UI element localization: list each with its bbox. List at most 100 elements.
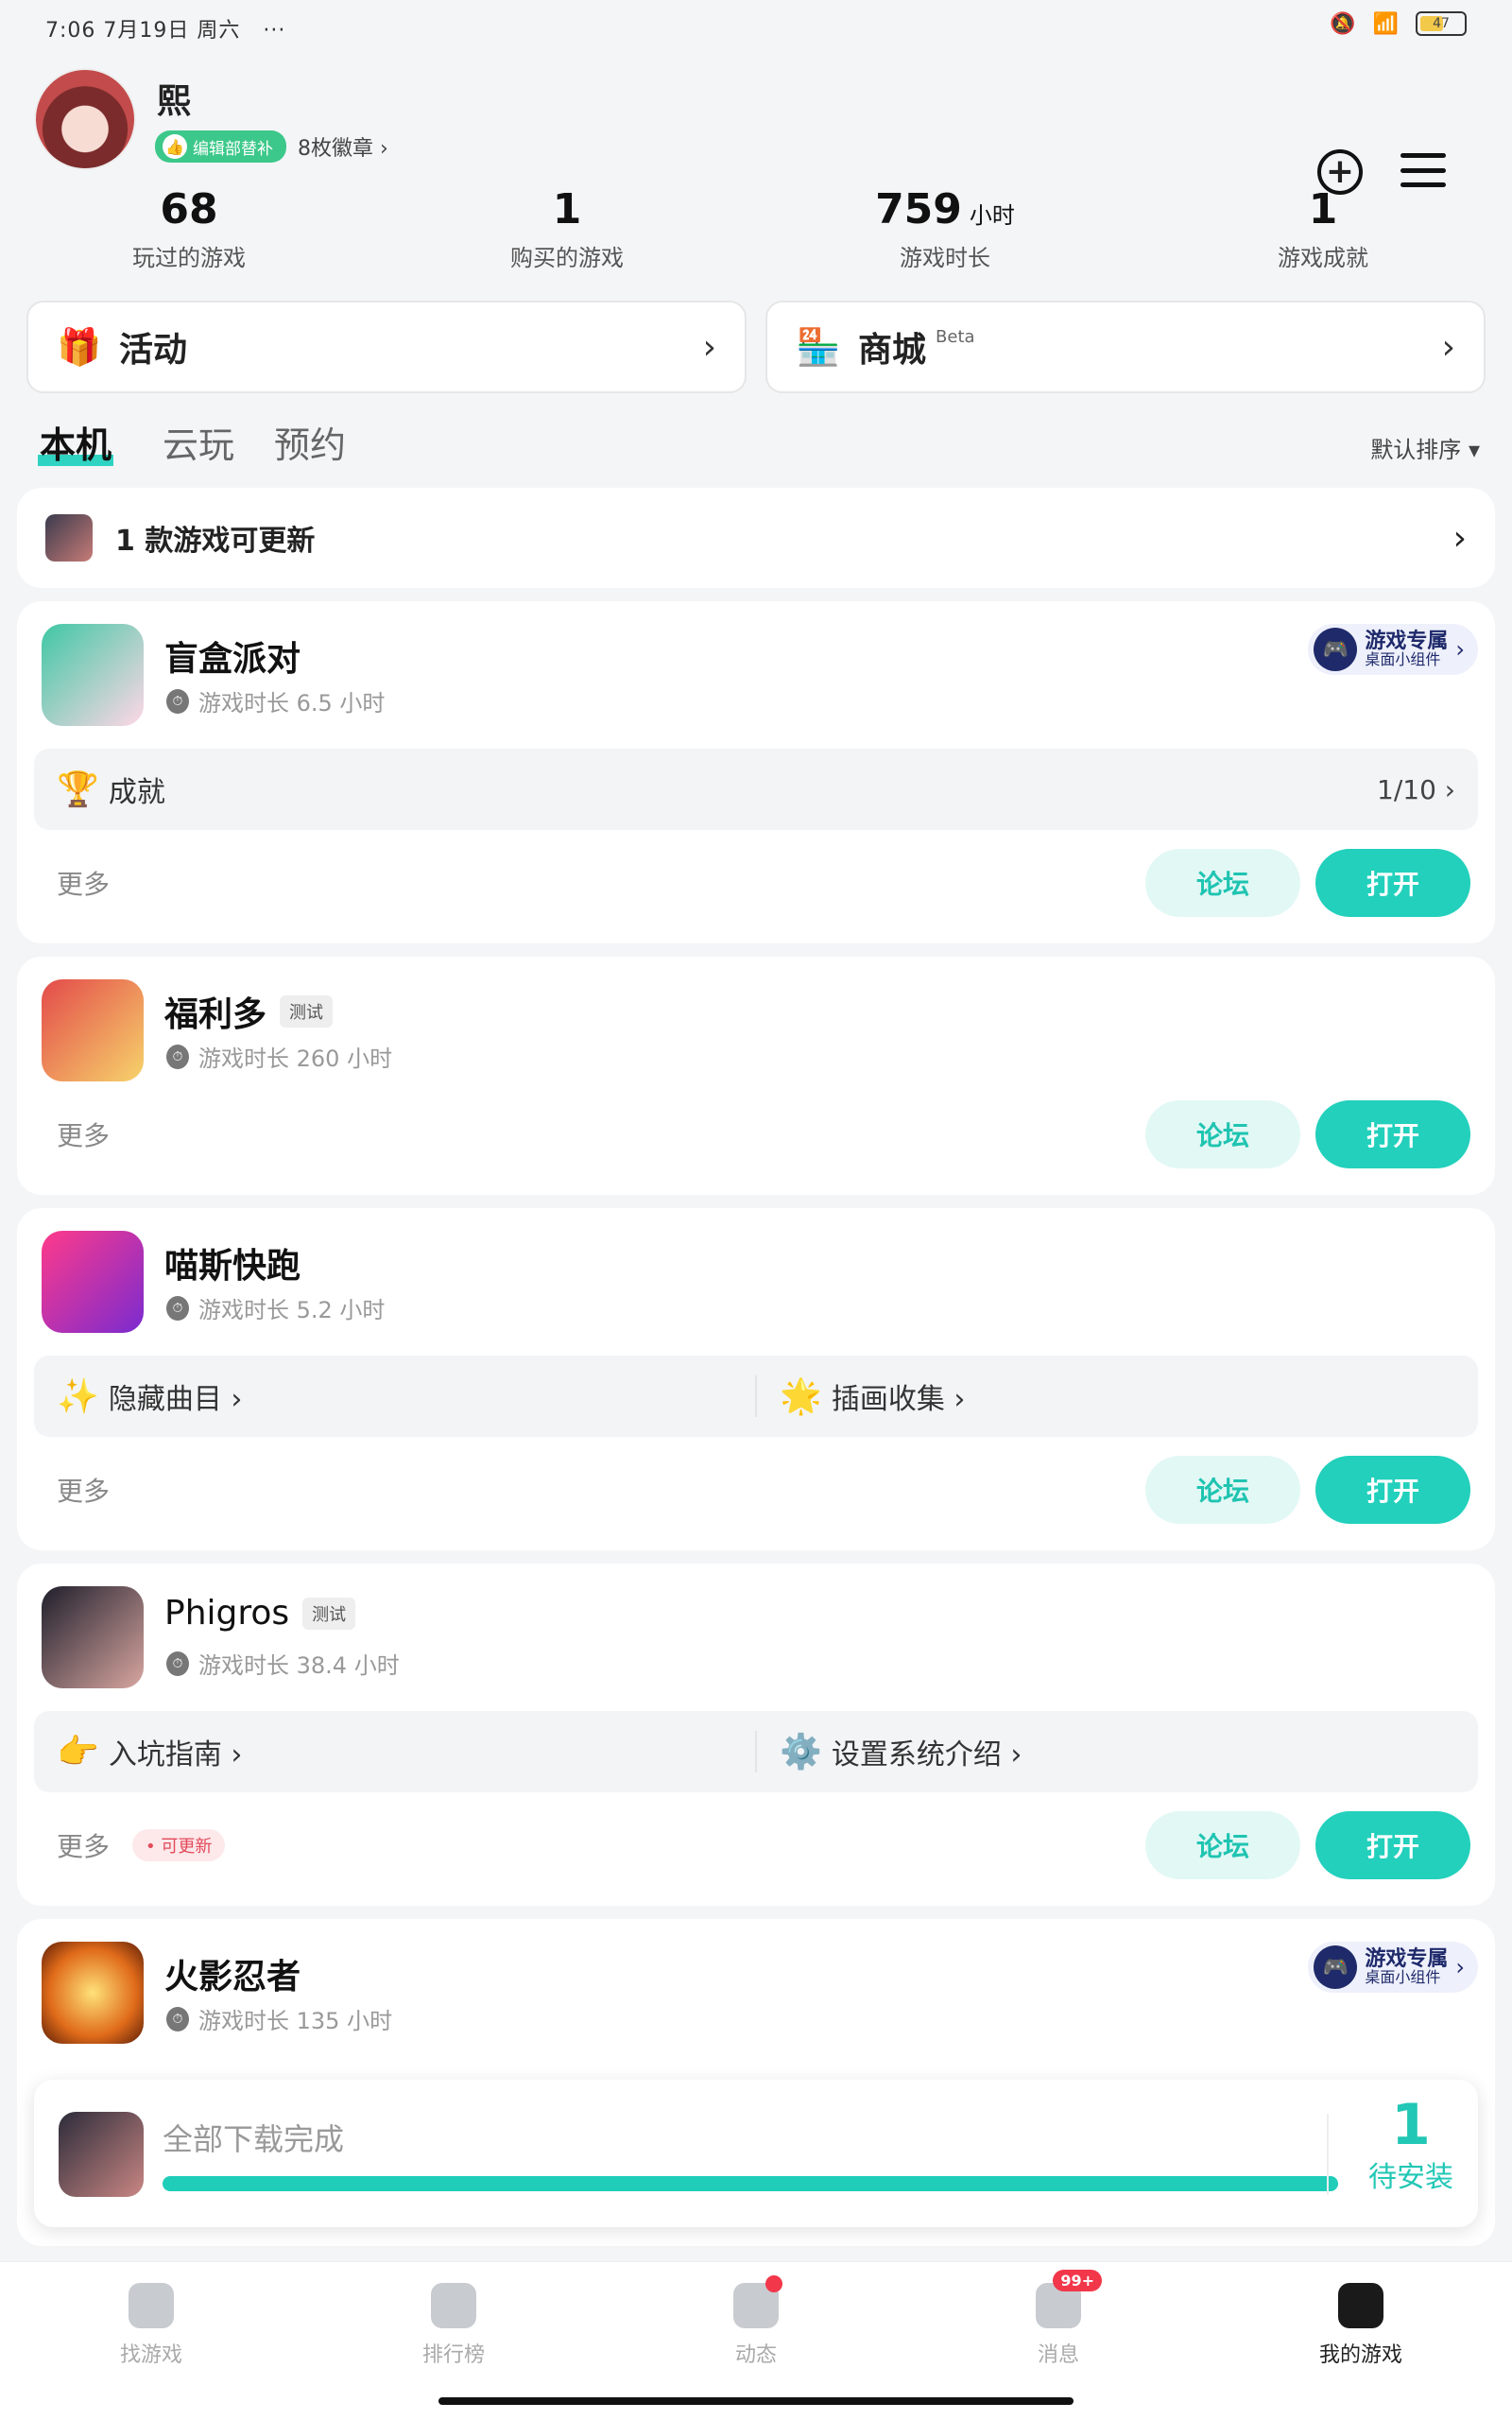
download-status: 全部下载完成 <box>163 2121 345 2157</box>
gear-icon: ⚙️ <box>780 1733 822 1772</box>
home-indicator[interactable] <box>438 2397 1074 2405</box>
shop-icon: 🏪 <box>796 325 841 368</box>
beginner-guide-link[interactable]: 👉 入坑指南 › <box>34 1731 755 1772</box>
nav-messages[interactable]: 99+ 消息 <box>907 2262 1210 2420</box>
open-button[interactable]: 打开 <box>1315 849 1470 917</box>
gamepad-icon: 🎮 <box>1314 1945 1358 1989</box>
more-link[interactable]: 更多 <box>57 1471 110 1509</box>
widget-title: 游戏专属 <box>1365 1947 1449 1972</box>
game-title: 喵斯快跑 <box>164 1247 301 1286</box>
achievement-strip[interactable]: 🏆 成就 1/10 › <box>34 749 1478 830</box>
tab-local[interactable]: 本机 <box>37 416 114 468</box>
hidden-tracks-link[interactable]: ✨ 隐藏曲目 › <box>34 1375 755 1417</box>
tab-bar: 本机 云玩 预约 默认排序 ▾ <box>34 416 1480 473</box>
stat-value: 1 <box>1308 185 1338 233</box>
stat-achievements[interactable]: 1 游戏成就 <box>1134 185 1512 280</box>
open-button[interactable]: 打开 <box>1315 1456 1470 1524</box>
download-game-icon <box>59 2112 144 2197</box>
play-time: ⏱ 游戏时长 260 小时 <box>166 1040 392 1073</box>
divider <box>1327 2114 1329 2195</box>
stat-purchased[interactable]: 1 购买的游戏 <box>378 185 756 280</box>
widget-entry[interactable]: 🎮 游戏专属 桌面小组件 › <box>1308 624 1478 675</box>
sun-icon: 🌟 <box>780 1377 822 1416</box>
stats-row: 68 玩过的游戏 1 购买的游戏 759 小时 游戏时长 1 游戏成就 <box>0 185 1512 280</box>
game-card: Phigros 测试 ⏱ 游戏时长 38.4 小时 👉 入坑指南 › ⚙️ 设置系统介绍… <box>17 1564 1495 1906</box>
play-time-text: 游戏时长 135 小时 <box>198 2008 393 2034</box>
game-title: 福利多 <box>164 995 267 1034</box>
trophy-icon: 🏆 <box>57 770 99 809</box>
user-name[interactable]: 熙 <box>157 74 191 123</box>
feature-strip: ✨ 隐藏曲目 › 🌟 插画收集 › <box>34 1356 1478 1437</box>
stat-value: 1 <box>552 185 582 233</box>
play-time-text: 游戏时长 38.4 小时 <box>198 1652 400 1679</box>
status-time: 7:06 7月19日 周六 <box>45 19 241 43</box>
shop-label: 商城 <box>858 331 927 370</box>
nav-feed[interactable]: 动态 <box>605 2262 907 2420</box>
game-icon[interactable] <box>42 1586 144 1688</box>
more-link[interactable]: 更多 <box>57 864 110 902</box>
game-icon[interactable] <box>42 1942 144 2044</box>
feature-label: 隐藏曲目 › <box>108 1383 243 1416</box>
nav-find-games[interactable]: 找游戏 <box>0 2262 302 2420</box>
stat-playtime[interactable]: 759 小时 游戏时长 <box>756 185 1134 280</box>
activity-entry[interactable]: 🎁 活动 › <box>26 301 747 393</box>
forum-button[interactable]: 论坛 <box>1145 1811 1300 1879</box>
game-name[interactable]: Phigros 测试 <box>164 1594 356 1633</box>
play-time: ⏱ 游戏时长 6.5 小时 <box>166 684 385 717</box>
test-tag: 测试 <box>280 995 334 1028</box>
widget-entry[interactable]: 🎮 游戏专属 桌面小组件 › <box>1308 1942 1478 1993</box>
pending-install[interactable]: 1 待安装 <box>1368 2097 1453 2195</box>
play-time-text: 游戏时长 5.2 小时 <box>198 1297 386 1323</box>
game-card: 福利多 测试 ⏱ 游戏时长 260 小时 更多 论坛 打开 <box>17 957 1495 1195</box>
pending-label: 待安装 <box>1368 2161 1453 2194</box>
shop-entry[interactable]: 🏪 商城 Beta › <box>765 301 1486 393</box>
game-icon[interactable] <box>42 979 144 1081</box>
badges-count-link[interactable]: 8枚徽章 › <box>298 131 388 162</box>
play-time-text: 游戏时长 6.5 小时 <box>198 690 386 717</box>
forum-button[interactable]: 论坛 <box>1145 1456 1300 1524</box>
illustration-link[interactable]: 🌟 插画收集 › <box>755 1375 1478 1417</box>
tab-cloud[interactable]: 云玩 <box>163 416 234 468</box>
more-label: 更多 <box>57 1476 111 1507</box>
update-notice[interactable]: 1 款游戏可更新 › <box>17 488 1495 588</box>
nav-rankings[interactable]: 排行榜 <box>302 2262 605 2420</box>
status-bar: 7:06 7月19日 周六 ··· 🔕 📶 47 <box>0 0 1512 57</box>
gamepad-icon: 🎮 <box>1314 628 1358 671</box>
game-name[interactable]: 火影忍者 <box>164 1949 301 1998</box>
rankings-icon <box>431 2283 476 2328</box>
game-name[interactable]: 盲盒派对 <box>164 631 301 681</box>
stat-label: 玩过的游戏 <box>132 245 246 271</box>
feed-icon <box>733 2275 782 2328</box>
settings-intro-link[interactable]: ⚙️ 设置系统介绍 › <box>755 1731 1478 1772</box>
stat-unit: 小时 <box>969 202 1015 229</box>
open-button[interactable]: 打开 <box>1315 1811 1470 1879</box>
more-link[interactable]: 更多 <box>57 1115 110 1153</box>
game-name[interactable]: 喵斯快跑 <box>164 1238 301 1288</box>
tab-reserve[interactable]: 预约 <box>274 416 346 468</box>
forum-button[interactable]: 论坛 <box>1145 849 1300 917</box>
sort-dropdown[interactable]: 默认排序 ▾ <box>1370 431 1480 464</box>
avatar[interactable] <box>34 68 136 170</box>
stopwatch-icon: ⏱ <box>166 1651 189 1676</box>
chat-icon: 99+ <box>1036 2270 1102 2328</box>
download-panel[interactable]: 全部下载完成 1 待安装 <box>34 2080 1478 2227</box>
nav-label: 找游戏 <box>119 2343 182 2367</box>
play-time: ⏱ 游戏时长 38.4 小时 <box>166 1647 400 1680</box>
more-label: 更多 <box>57 869 111 900</box>
pending-count: 1 <box>1391 2092 1431 2158</box>
nav-my-games[interactable]: 我的游戏 <box>1210 2262 1512 2420</box>
editor-badge[interactable]: 👍 编辑部替补 <box>155 130 286 163</box>
gift-icon: 🎁 <box>57 325 102 368</box>
badge-row[interactable]: 👍 编辑部替补 8枚徽章 › <box>155 130 388 163</box>
more-link[interactable]: 更多 • 可更新 <box>57 1826 226 1864</box>
game-icon[interactable] <box>42 1231 144 1333</box>
forum-button[interactable]: 论坛 <box>1145 1100 1300 1168</box>
stat-played[interactable]: 68 玩过的游戏 <box>0 185 378 280</box>
game-icon[interactable] <box>42 624 144 726</box>
game-name[interactable]: 福利多 测试 <box>164 987 334 1036</box>
nav-label: 动态 <box>734 2343 777 2367</box>
open-button[interactable]: 打开 <box>1315 1100 1470 1168</box>
widget-title: 游戏专属 <box>1365 630 1449 654</box>
status-more-dots: ··· <box>263 19 286 43</box>
nav-label: 消息 <box>1037 2343 1079 2367</box>
